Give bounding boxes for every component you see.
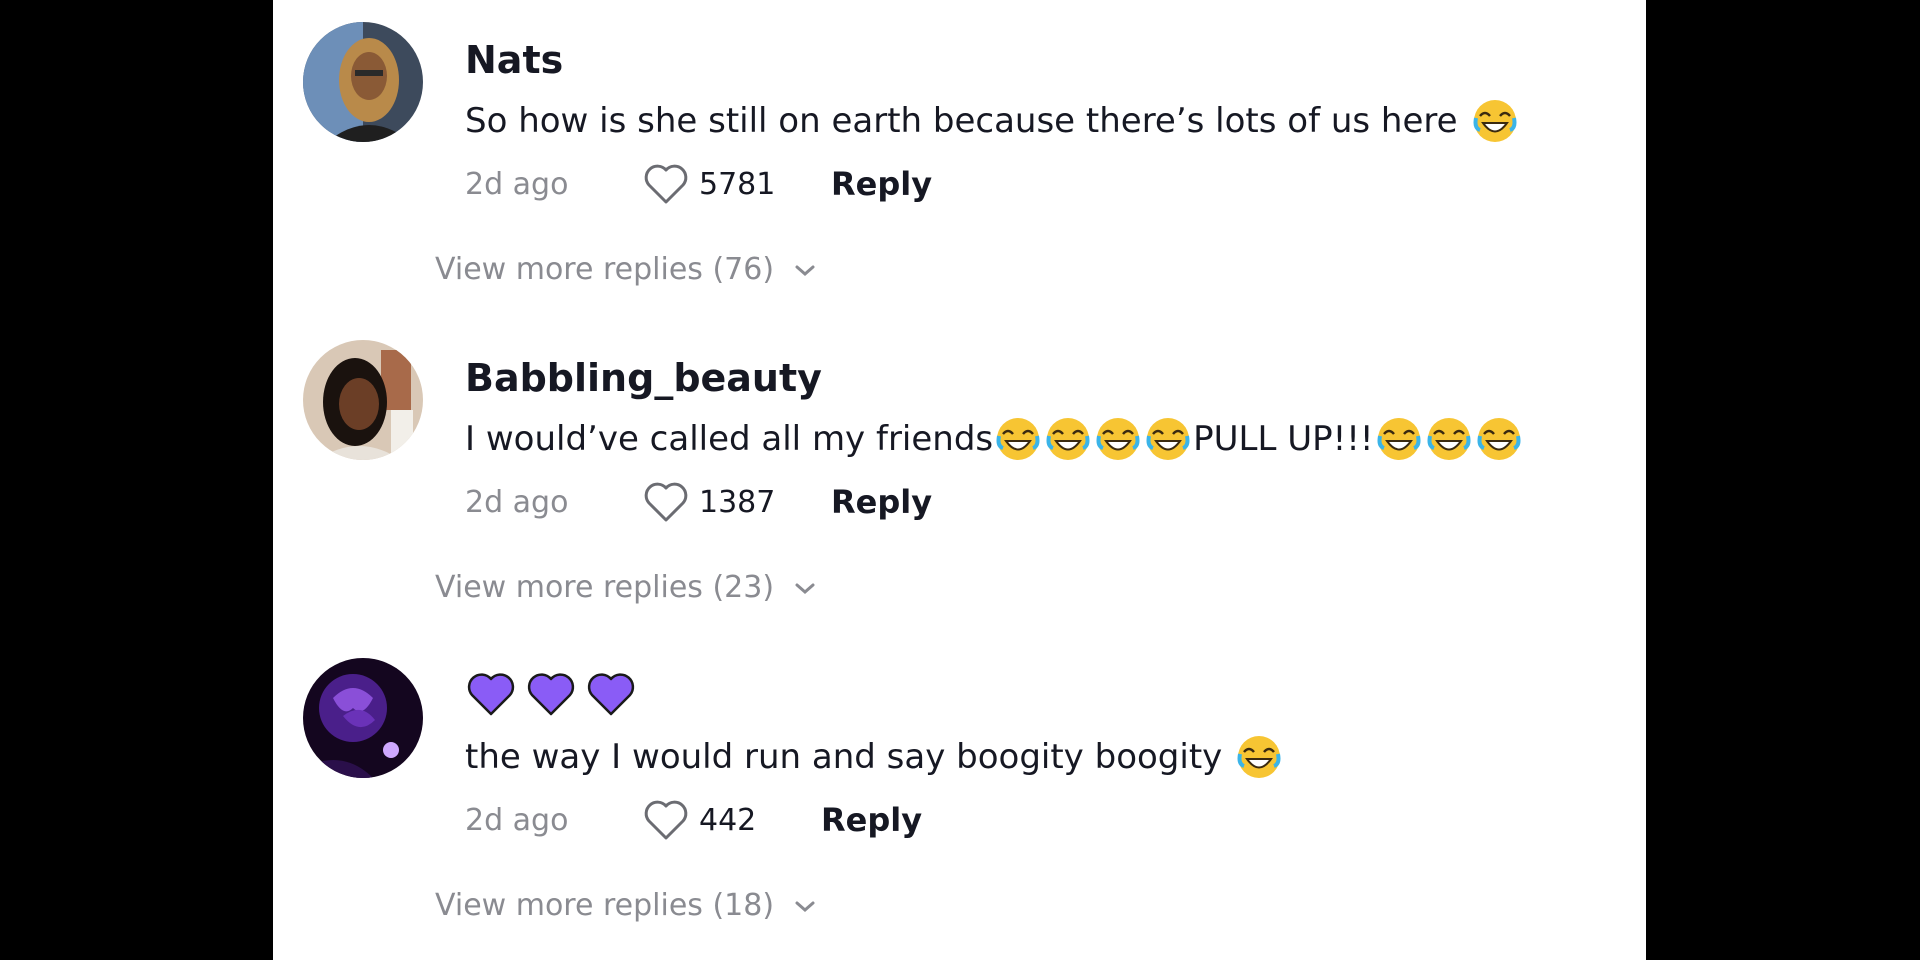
chevron-down-icon	[795, 901, 815, 912]
timestamp: 2d ago	[465, 484, 569, 520]
like-count: 5781	[699, 166, 776, 202]
comment-text: So how is she still on earth because the…	[465, 98, 1520, 144]
view-more-replies-button[interactable]: View more replies (76)	[435, 252, 818, 287]
chevron-down-icon	[795, 265, 815, 276]
comment-item: Nats So how is she still on earth becaus…	[303, 0, 1623, 318]
heart-outline-icon	[644, 482, 688, 522]
purple-heart-icon	[527, 673, 575, 716]
laughing-crying-emoji-icon	[1095, 416, 1141, 462]
comment-meta: 2d ago 1387 Reply	[465, 478, 932, 526]
comment-text-part: I would’ve called all my friends	[465, 419, 994, 459]
heart-outline-icon	[644, 800, 688, 840]
like-count: 1387	[699, 484, 776, 520]
purple-heart-icon	[587, 673, 635, 716]
username[interactable]: Babbling_beauty	[465, 356, 822, 400]
comment-text-content: So how is she still on earth because the…	[465, 101, 1458, 141]
laughing-crying-emoji-icon	[1236, 734, 1282, 780]
view-more-replies-button[interactable]: View more replies (23)	[435, 570, 818, 605]
heart-outline-icon	[644, 164, 688, 204]
avatar[interactable]	[303, 340, 423, 460]
username[interactable]: Nats	[465, 38, 563, 82]
chevron-down-icon	[795, 583, 815, 594]
view-more-label: View more replies (18)	[435, 888, 775, 923]
comment-meta: 2d ago 5781 Reply	[465, 160, 932, 208]
like-count: 442	[699, 802, 757, 838]
reply-button[interactable]: Reply	[831, 483, 932, 521]
like-button[interactable]: 1387	[643, 480, 831, 524]
reply-button[interactable]: Reply	[831, 165, 932, 203]
username[interactable]	[465, 670, 637, 718]
timestamp: 2d ago	[465, 802, 569, 838]
purple-heart-icon	[467, 673, 515, 716]
laughing-crying-emoji-icon	[1045, 416, 1091, 462]
like-button[interactable]: 442	[643, 798, 821, 842]
comment-text-content: the way I would run and say boogity boog…	[465, 737, 1223, 777]
comment-text: the way I would run and say boogity boog…	[465, 734, 1284, 780]
view-more-replies-button[interactable]: View more replies (18)	[435, 888, 818, 923]
laughing-crying-emoji-icon	[1376, 416, 1422, 462]
timestamp: 2d ago	[465, 166, 569, 202]
comment-item: Babbling_beauty I would’ve called all my…	[303, 318, 1623, 636]
reply-button[interactable]: Reply	[821, 801, 922, 839]
comment-text: I would’ve called all my friends PULL UP…	[465, 416, 1524, 462]
comments-panel: Nats So how is she still on earth becaus…	[273, 0, 1646, 960]
laughing-crying-emoji-icon	[1472, 98, 1518, 144]
laughing-crying-emoji-icon	[1426, 416, 1472, 462]
comment-meta: 2d ago 442 Reply	[465, 796, 922, 844]
laughing-crying-emoji-icon	[1145, 416, 1191, 462]
view-more-label: View more replies (23)	[435, 570, 775, 605]
laughing-crying-emoji-icon	[1476, 416, 1522, 462]
comment-item: the way I would run and say boogity boog…	[303, 636, 1623, 954]
avatar[interactable]	[303, 22, 423, 142]
view-more-label: View more replies (76)	[435, 252, 775, 287]
avatar[interactable]	[303, 658, 423, 778]
like-button[interactable]: 5781	[643, 162, 831, 206]
laughing-crying-emoji-icon	[995, 416, 1041, 462]
comment-text-part: PULL UP!!!	[1193, 419, 1374, 459]
